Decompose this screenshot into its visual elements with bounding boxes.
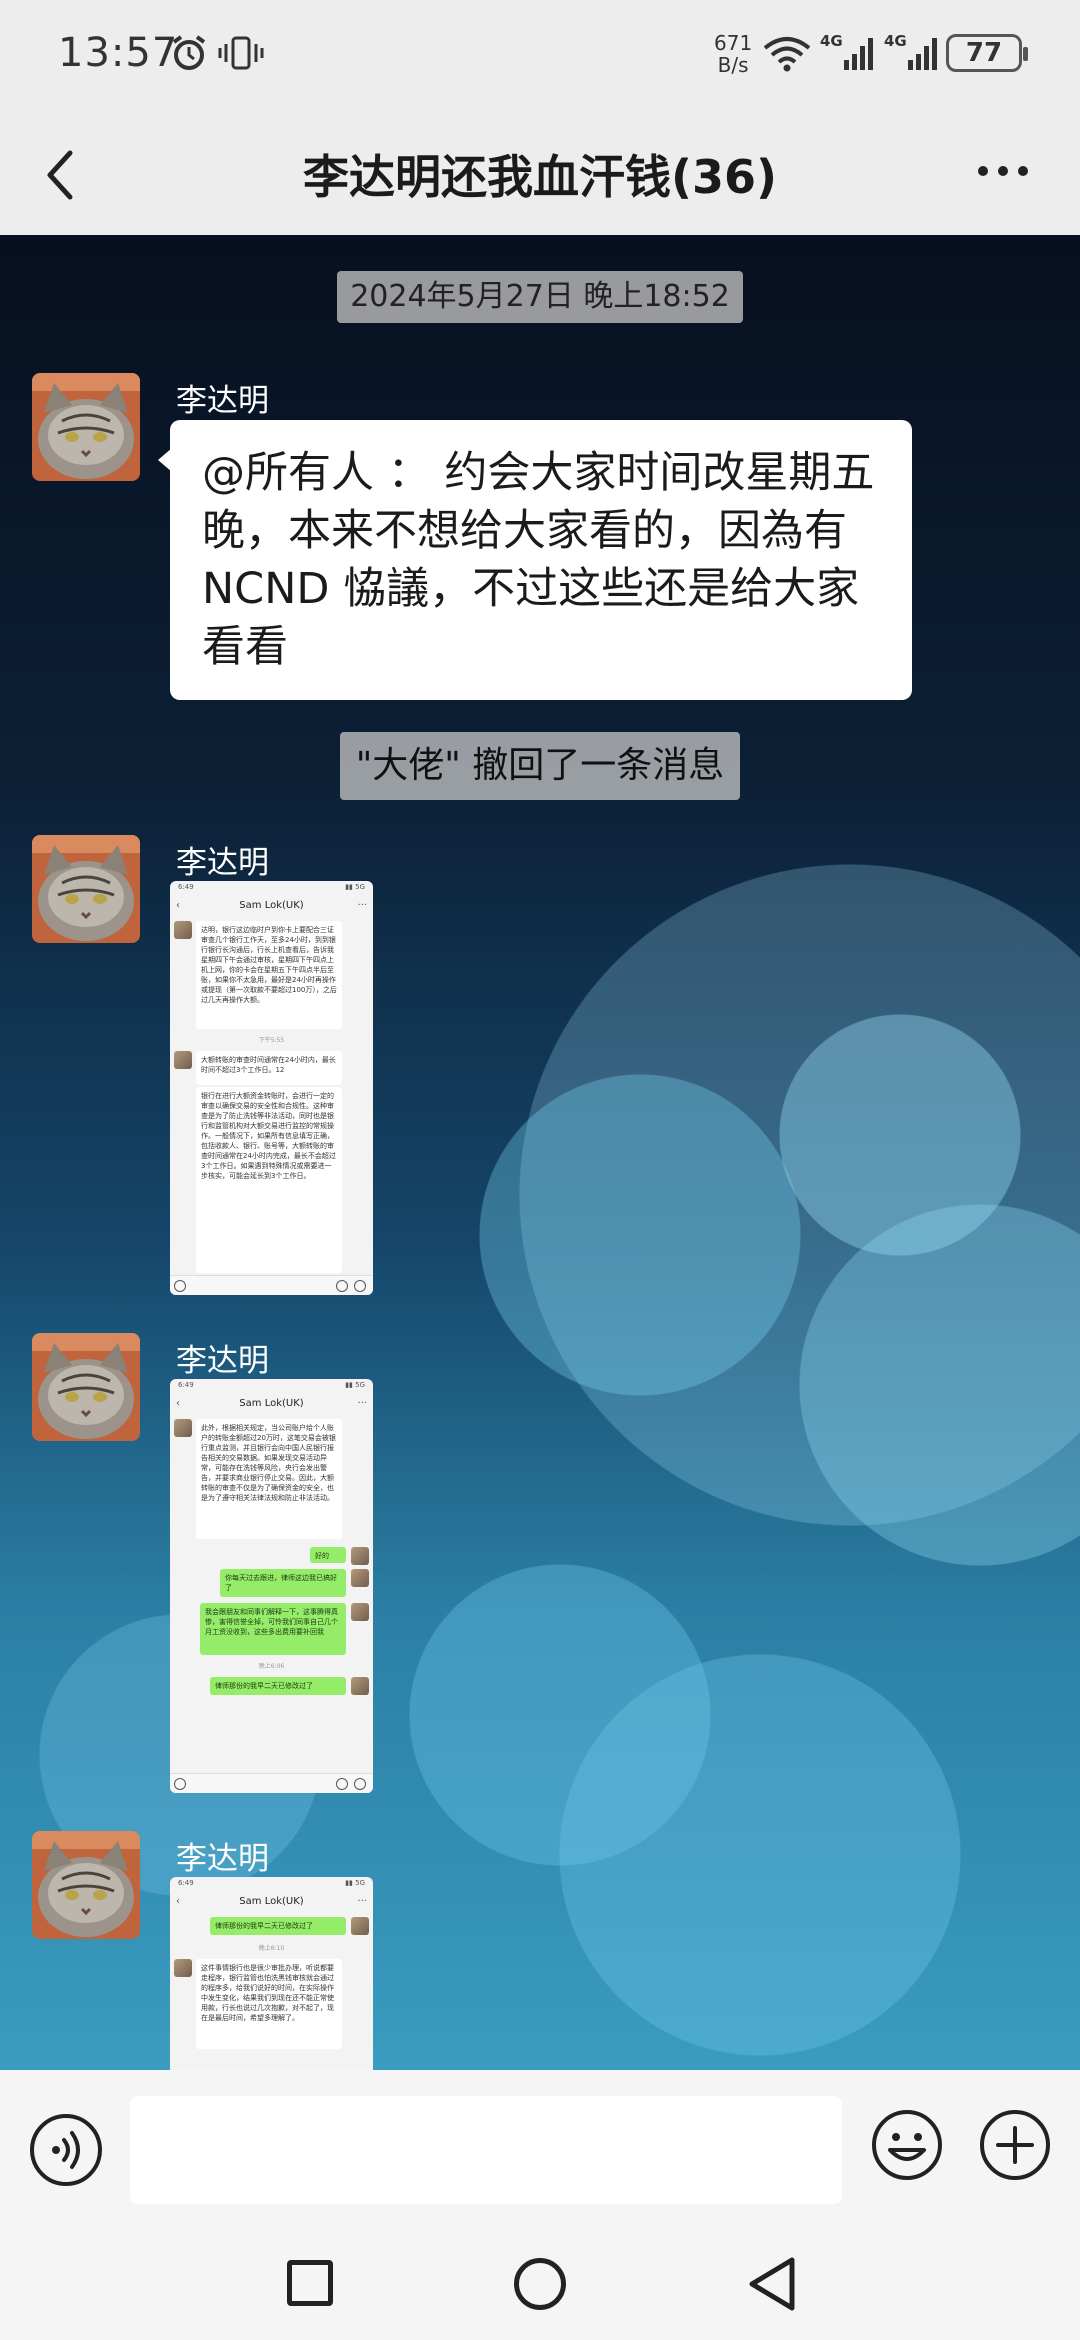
recall-notice: "大佬" 撤回了一条消息 — [340, 732, 740, 800]
input-bar — [0, 2070, 1080, 2230]
battery-icon: 77 — [946, 34, 1028, 72]
screenshot-status-bar: 6:49 ▮▮ 5G — [178, 883, 365, 891]
avatar[interactable] — [32, 835, 140, 943]
more-options-icon[interactable] — [975, 163, 1031, 179]
screenshot-text: 这件事情银行也是很少审批办理，听说都要走程序，银行监管也怕洗黑钱审核就会通过的程… — [196, 1959, 342, 2049]
image-message[interactable]: 6:49 ▮▮ 5G ‹ Sam Lok(UK) ··· 达明，银行这边临时户到你卡上… — [170, 881, 373, 1295]
add-plus-icon[interactable] — [978, 2108, 1052, 2182]
home-button[interactable] — [514, 2258, 566, 2310]
status-bar: 13:57 671 B/s 4G 4G 77 — [0, 0, 1080, 105]
vibrate-icon — [218, 36, 264, 70]
screenshot-text: 好的 — [310, 1547, 346, 1563]
avatar[interactable] — [32, 1831, 140, 1939]
status-time: 13:57 — [58, 30, 179, 76]
screenshot-text: 律师那份的我早二天已修改过了 — [210, 1917, 346, 1935]
screenshot-title: ‹ Sam Lok(UK) ··· — [176, 900, 367, 911]
screenshot-text: 大额转账的审查时间通常在24小时内，最长时间不超过3个工作日。12 — [196, 1051, 342, 1085]
image-message[interactable]: 6:49 ▮▮ 5G ‹ Sam Lok(UK) ··· 律师那份的我早二天已修改过了… — [170, 1877, 373, 2070]
net-speed: 671 B/s — [714, 31, 753, 77]
cellular-signal-icon: 4G — [884, 32, 937, 70]
sender-name: 李达明 — [176, 845, 269, 881]
screenshot-text: 此外，根据相关规定，当公司账户给个人账户的转账金额超过20万时，这笔交易会被银行… — [196, 1419, 342, 1539]
wifi-icon — [763, 37, 811, 72]
sender-name: 李达明 — [176, 383, 269, 419]
avatar[interactable] — [32, 373, 140, 481]
sender-name: 李达明 — [176, 1841, 269, 1877]
back-triangle-icon[interactable] — [742, 2254, 802, 2314]
alarm-icon — [172, 35, 206, 70]
message-bubble[interactable]: @所有人 ： 约会大家时间改星期五晚，本来不想给大家看的，因為有 NCND 恊議… — [158, 420, 912, 700]
message-timestamp: 2024年5月27日 晚上18:52 — [337, 271, 743, 323]
cellular-signal-icon: 4G — [820, 32, 873, 70]
chat-title: 李达明还我血汗钱(36) — [302, 150, 778, 204]
recent-apps-button[interactable] — [287, 2260, 333, 2306]
emoji-icon[interactable] — [870, 2108, 944, 2182]
svg-text:4G: 4G — [884, 32, 907, 50]
screenshot-text: 律师那份的我早二天已修改过了 — [210, 1677, 346, 1695]
image-message[interactable]: 6:49 ▮▮ 5G ‹ Sam Lok(UK) ··· 此外，根据相关规定，当公司账… — [170, 1379, 373, 1793]
screenshot-text: 我会跟朋友和同事们解释一下，这事腾得真惨，害得信誉全掉，可怜我们同事自己几个月工… — [200, 1603, 346, 1655]
sender-name: 李达明 — [176, 1343, 269, 1379]
voice-input-icon[interactable] — [30, 2114, 102, 2186]
system-nav-bar — [0, 2230, 1080, 2340]
screenshot-text: 银行在进行大额资金转账时，会进行一定的审查以确保交易的安全性和合规性。这种审查是… — [196, 1087, 342, 1273]
chat-area[interactable]: 2024年5月27日 晚上18:52 李达明 @所有人 ： 约会大家时间改星期五… — [0, 235, 1080, 2070]
svg-text:4G: 4G — [820, 32, 843, 50]
screenshot-text: 达明，银行这边临时户到你卡上要配合三证审查几个银行工作天，至多24小时，到到银行… — [196, 921, 342, 1029]
avatar[interactable] — [32, 1333, 140, 1441]
chat-header: 李达明还我血汗钱(36) — [0, 105, 1080, 235]
screenshot-text: 你每天过去跟进，律师这边我已搞好了 — [220, 1569, 346, 1597]
message-input[interactable] — [130, 2096, 842, 2204]
